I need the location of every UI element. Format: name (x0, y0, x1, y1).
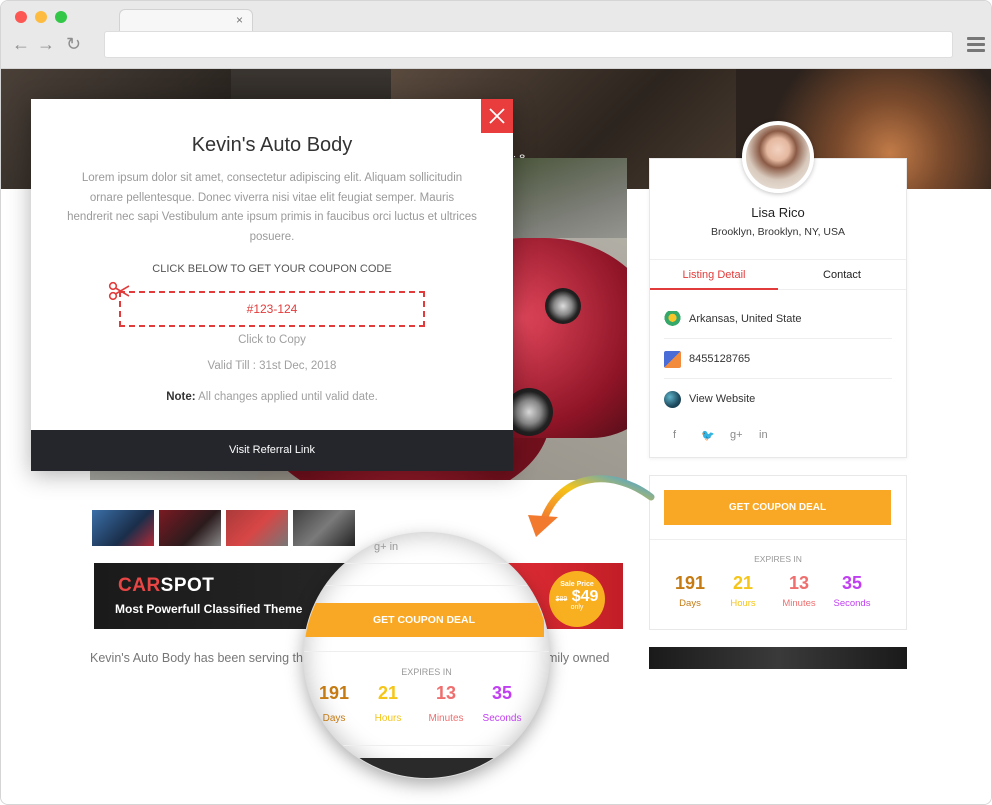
banner-tagline: Most Powerfull Classified Theme (115, 602, 303, 616)
countdown-hours-label: Hours (730, 598, 756, 609)
magnified-minutes-label: Minutes (428, 713, 464, 724)
coupon-code-box[interactable]: #123-124 (119, 291, 425, 327)
magnified-hours-value: 21 (377, 683, 399, 703)
countdown-days-value: 191 (674, 573, 706, 593)
divider (650, 539, 906, 540)
gallery-thumbnail[interactable] (91, 509, 155, 547)
magnified-seconds-label: Seconds (482, 713, 522, 724)
magnified-coupon-button: GET COUPON DEAL (304, 603, 544, 637)
gallery-thumbnail[interactable] (225, 509, 289, 547)
profile-tabs: Listing Detail Contact (650, 259, 906, 290)
modal-title: Kevin's Auto Body (191, 134, 353, 156)
expires-label: EXPIRES IN (754, 554, 802, 564)
visit-referral-link-button[interactable]: Visit Referral Link (31, 430, 513, 471)
forward-arrow-icon[interactable]: → (37, 34, 55, 54)
detail-location: Arkansas, United State (664, 299, 892, 339)
countdown-minutes-value: 13 (788, 573, 810, 593)
window-close-dot[interactable] (15, 11, 27, 23)
detail-website[interactable]: View Website (664, 379, 892, 419)
browser-tab[interactable]: × (119, 9, 253, 33)
banner-logo: CARSPOT (118, 575, 215, 596)
gallery-thumbnails (91, 509, 361, 547)
countdown-minutes-label: Minutes (782, 598, 816, 609)
linkedin-icon[interactable]: in (759, 429, 768, 441)
gallery-thumbnail[interactable] (292, 509, 356, 547)
price-badge: Sale Price $89 $49 only (549, 571, 605, 627)
click-to-copy-link[interactable]: Click to Copy (31, 334, 513, 346)
tab-listing-detail[interactable]: Listing Detail (650, 260, 778, 290)
coupon-note: Note: All changes applied until valid da… (166, 391, 378, 403)
curved-arrow-icon (528, 475, 655, 537)
magnified-expires-label: EXPIRES IN (401, 667, 452, 677)
get-coupon-deal-button[interactable]: GET COUPON DEAL (664, 490, 891, 525)
window-minimize-dot[interactable] (35, 11, 47, 23)
magnified-social-links: g+ in (374, 541, 399, 553)
magnified-days-label: Days (322, 713, 346, 724)
profile-location: Brooklyn, Brooklyn, NY, USA (710, 226, 846, 238)
twitter-icon[interactable]: 🐦 (701, 429, 715, 442)
countdown-days-label: Days (679, 598, 701, 609)
address-bar[interactable] (104, 31, 953, 58)
browser-window: × ← → ↻ : 8 CARSPOT Most Powerfull Class (0, 0, 992, 805)
coupon-cta-heading: CLICK BELOW TO GET YOUR COUPON CODE (152, 263, 392, 275)
globe-icon (664, 391, 681, 408)
map-pin-icon (664, 311, 681, 328)
facebook-icon[interactable]: f (673, 429, 676, 441)
profile-name: Lisa Rico (751, 205, 805, 220)
countdown-seconds-value: 35 (841, 573, 863, 593)
modal-description: Lorem ipsum dolor sit amet, consectetur … (67, 172, 477, 243)
phone-icon (664, 351, 681, 368)
reload-icon[interactable]: ↻ (66, 34, 81, 54)
detail-phone[interactable]: 8455128765 (664, 339, 892, 379)
avatar (742, 121, 814, 193)
hamburger-menu-icon[interactable] (967, 37, 985, 52)
magnified-hours-label: Hours (374, 713, 402, 724)
browser-chrome: × ← → ↻ (1, 1, 991, 69)
magnified-minutes-value: 13 (435, 683, 457, 703)
back-arrow-icon[interactable]: ← (12, 34, 30, 54)
google-plus-icon[interactable]: g+ (730, 429, 743, 441)
dark-image-strip (649, 647, 907, 669)
tab-contact[interactable]: Contact (778, 260, 906, 290)
modal-close-button[interactable] (481, 99, 513, 133)
gallery-thumbnail[interactable] (158, 509, 222, 547)
magnified-days-value: 191 (318, 683, 350, 703)
countdown-seconds-label: Seconds (833, 598, 871, 609)
magnified-seconds-value: 35 (491, 683, 513, 703)
close-icon (489, 108, 505, 124)
valid-till-text: Valid Till : 31st Dec, 2018 (207, 360, 337, 372)
countdown-hours-value: 21 (732, 573, 754, 593)
window-maximize-dot[interactable] (55, 11, 67, 23)
tab-close-icon[interactable]: × (236, 13, 243, 27)
zoom-magnifier: g+ in GET COUPON DEAL EXPIRES IN 191 Day… (304, 533, 549, 778)
